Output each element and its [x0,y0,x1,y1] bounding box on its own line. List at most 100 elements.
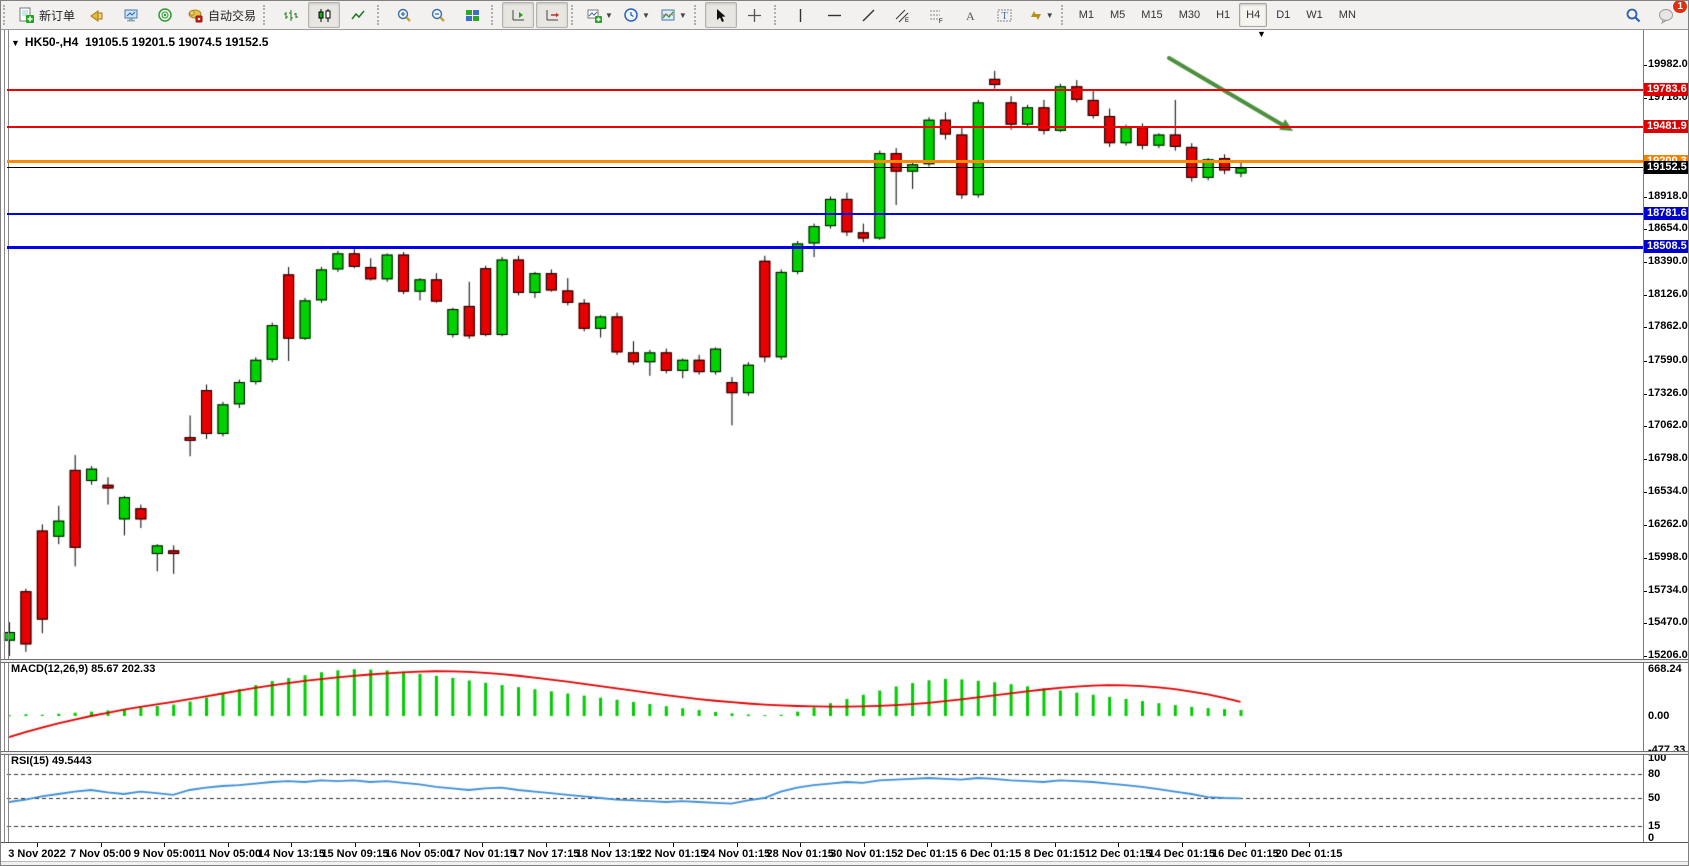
signals-button[interactable] [149,2,181,28]
time-label: 3 Nov 2022 [8,848,66,860]
chart-end-marker-icon[interactable]: ▼ [1257,29,1266,39]
notifications-button[interactable]: 1 [1651,1,1688,28]
chart-title: ▼ HK50-,H4 19105.5 19201.5 19074.5 19152.… [11,35,268,49]
time-tick-mark [673,843,674,847]
toolbar-drag-handle[interactable] [491,5,499,25]
time-tick-mark [1309,843,1310,847]
time-tick-mark [991,843,992,847]
time-label: 14 Dec 01:15 [1148,848,1216,860]
chart-expand-icon[interactable]: ▼ [11,38,20,48]
time-tick-mark [800,843,802,847]
time-tick-mark [37,843,38,847]
price-badge-19783.6: 19783.6 [1644,82,1688,96]
toolbar-drag-handle[interactable] [377,5,385,25]
arrows-tool-button[interactable]: ▼ [1023,2,1058,28]
auto-scroll-button[interactable] [502,2,535,28]
macd-pane-splitter[interactable] [1,659,1688,663]
cursor-tool-button[interactable] [704,2,737,28]
candlestick-mode-button[interactable] [308,2,341,28]
horn-icon [89,7,106,24]
time-tick-mark [1054,843,1056,847]
macd-axis-label: 668.24 [1648,663,1682,675]
time-tick-mark [863,843,865,847]
timeframe-d1-button[interactable]: D1 [1269,3,1297,27]
candlestick-icon [316,7,333,24]
timeframe-m1-button[interactable]: M1 [1072,3,1101,27]
toolbar-drag-handle[interactable] [773,5,782,25]
template-icon [660,7,677,24]
periods-button[interactable]: ▼ [619,2,654,28]
text-label-icon: T [996,7,1013,24]
arrows-icon [1027,7,1044,24]
trendline-tool-button[interactable] [853,2,885,28]
level-line-19152.5[interactable] [7,167,1643,169]
toolbar-drag-handle[interactable] [571,5,579,25]
tile-windows-button[interactable] [456,2,488,28]
line-chart-icon [350,7,367,24]
time-label: 7 Nov 05:00 [70,848,132,860]
timeframe-w1-button[interactable]: W1 [1299,3,1330,27]
time-label: 18 Nov 13:15 [575,848,644,860]
new-order-button[interactable]: 新订单 [14,2,79,28]
toolbar-drag-handle[interactable] [693,5,702,25]
timeframe-h1-button[interactable]: H1 [1209,3,1237,27]
rsi-pane-splitter[interactable] [1,751,1688,755]
bar-chart-mode-button[interactable] [274,2,306,28]
templates-button[interactable]: ▼ [656,2,691,28]
price-badge-18781.6: 18781.6 [1644,206,1688,220]
dropdown-caret-icon: ▼ [678,10,687,20]
zoom-out-button[interactable] [422,2,454,28]
level-line-18508.5[interactable] [7,245,1643,249]
time-tick-mark [545,843,547,847]
time-tick-mark [164,843,166,847]
level-line-19481.9[interactable] [7,125,1643,128]
price-tick-label: 19982.0 [1648,58,1688,70]
chart-shift-button[interactable] [536,2,569,28]
text-label-tool-button[interactable]: T [989,2,1021,28]
radar-icon [157,7,174,24]
equidistant-channel-tool-button[interactable]: E [887,2,919,28]
notification-count-badge: 1 [1672,1,1688,14]
crosshair-icon [746,7,763,24]
level-line-19783.6[interactable] [7,88,1643,91]
toolbar-drag-handle[interactable] [1060,5,1069,25]
time-tick-mark [1118,843,1120,847]
time-label: 8 Dec 01:15 [1024,848,1085,860]
cursor-icon [712,7,729,24]
chart-canvas[interactable] [1,1,1688,865]
rsi-axis-label: 50 [1648,792,1661,804]
time-tick-mark [355,843,356,847]
crosshair-tool-button[interactable] [739,2,771,28]
rsi-indicator-label: RSI(15) 49.5443 [11,755,92,767]
timeframe-m15-button[interactable]: M15 [1134,3,1169,27]
toolbar-drag-handle[interactable] [263,5,271,25]
timeframe-h4-button[interactable]: H4 [1239,3,1268,27]
svg-text:E: E [905,18,909,24]
level-line-18781.6[interactable] [7,212,1643,215]
chart-symbol-period: HK50-,H4 [24,35,79,49]
timeframe-m5-button[interactable]: M5 [1103,3,1132,27]
autotrading-button[interactable]: 自动交易 [183,2,260,28]
time-tick-mark [609,843,611,847]
text-tool-button[interactable]: A [955,2,987,28]
horizontal-line-tool-button[interactable] [819,2,851,28]
terminal-window-button[interactable] [115,2,147,28]
zoom-out-icon [430,7,447,24]
time-label: 2 Dec 01:15 [897,848,958,860]
horizontal-line-icon [826,7,843,24]
market-watch-horn-button[interactable] [81,2,113,28]
zoom-in-button[interactable] [388,2,420,28]
toolbar-drag-handle[interactable] [3,5,11,25]
price-tick-label: 15734.0 [1648,583,1688,596]
fibonacci-tool-button[interactable]: F [921,2,953,28]
vertical-line-tool-button[interactable] [785,2,817,28]
level-line-19200.3[interactable] [7,160,1643,164]
timeframe-m30-button[interactable]: M30 [1172,3,1207,27]
time-tick-mark [482,843,484,847]
tile-windows-icon [464,7,481,24]
dropdown-caret-icon: ▼ [1045,10,1054,20]
line-chart-mode-button[interactable] [342,2,374,28]
search-button[interactable] [1617,2,1649,28]
new-chart-button[interactable]: ▼ [582,2,617,28]
timeframe-mn-button[interactable]: MN [1332,3,1363,27]
